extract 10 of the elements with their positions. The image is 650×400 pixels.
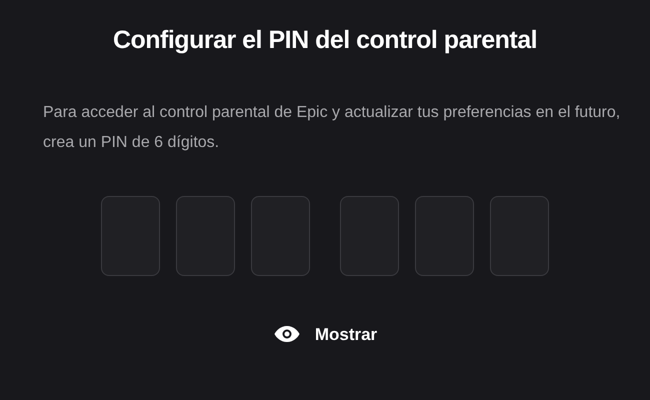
pin-digit-field[interactable] <box>340 196 399 276</box>
pin-digit-field[interactable] <box>176 196 235 276</box>
dialog-title: Configurar el PIN del control parental <box>112 25 538 56</box>
pin-digit-field[interactable] <box>101 196 160 276</box>
description-text: Para acceder al control parental de Epic y actualizar tus preferencias en el futuro, crea un PIN de 6 dígitos. <box>43 102 622 152</box>
pin-digit-field[interactable] <box>415 196 474 276</box>
eye-icon <box>272 325 301 344</box>
pin-digit-field[interactable] <box>490 196 549 276</box>
pin-digit-field[interactable] <box>251 196 310 276</box>
show-button[interactable]: Mostrar <box>268 322 382 347</box>
